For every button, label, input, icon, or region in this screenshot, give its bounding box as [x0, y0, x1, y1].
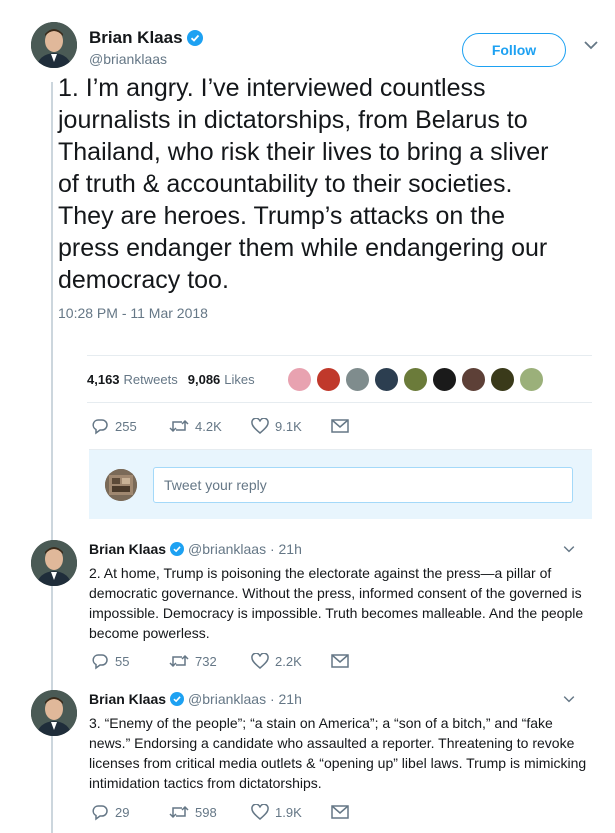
chevron-down-icon[interactable]	[563, 692, 575, 706]
direct-message-action[interactable]	[331, 805, 349, 819]
liker-avatar[interactable]	[373, 366, 399, 392]
author-name[interactable]: Brian Klaas	[89, 691, 166, 707]
reply-icon	[92, 654, 108, 670]
verified-badge-icon	[170, 542, 185, 556]
verified-badge-icon	[170, 692, 185, 706]
avatar[interactable]	[31, 690, 77, 736]
reply-action[interactable]: 255	[91, 417, 169, 435]
author-name[interactable]: Brian Klaas	[89, 541, 166, 557]
verified-badge-icon	[186, 30, 203, 46]
retweet-count: 732	[195, 653, 217, 669]
liker-avatar[interactable]	[315, 366, 341, 392]
reply-action[interactable]: 55	[91, 652, 169, 670]
retweet-action[interactable]: 598	[169, 804, 251, 820]
envelope-icon	[331, 654, 349, 668]
retweet-action[interactable]: 732	[169, 653, 251, 669]
engagement-stats: 4,163 Retweets 9,086 Likes	[87, 355, 592, 403]
liker-avatar[interactable]	[518, 366, 544, 392]
direct-message-action[interactable]	[331, 419, 349, 433]
liker-avatar[interactable]	[489, 366, 515, 392]
liker-avatar[interactable]	[402, 366, 428, 392]
avatar	[105, 468, 137, 501]
thread-tweet[interactable]: Brian Klaas @brianklaas · 21h 2. At home…	[31, 540, 601, 670]
like-count: 1.9K	[275, 804, 302, 820]
reply-count: 255	[115, 418, 137, 434]
like-action[interactable]: 9.1K	[251, 418, 331, 434]
reply-action[interactable]: 29	[91, 803, 169, 821]
chevron-down-icon[interactable]	[563, 542, 575, 556]
envelope-icon	[331, 419, 349, 433]
liker-avatar[interactable]	[431, 366, 457, 392]
tweet-text: 3. “Enemy of the people”; “a stain on Am…	[89, 715, 587, 791]
tweet-actions: 255 4.2K 9.1K	[91, 417, 349, 435]
tweet-actions: 55 732 2.2K	[91, 652, 349, 670]
reply-icon	[92, 805, 108, 821]
heart-icon	[251, 804, 269, 820]
liker-avatar[interactable]	[344, 366, 370, 392]
heart-icon	[251, 418, 269, 434]
likes-label[interactable]: Likes	[224, 372, 254, 387]
like-action[interactable]: 1.9K	[251, 804, 331, 820]
avatar[interactable]	[31, 22, 77, 68]
envelope-icon	[331, 805, 349, 819]
thread-tweet[interactable]: Brian Klaas @brianklaas · 21h 3. “Enemy …	[31, 690, 601, 821]
retweet-icon	[169, 654, 189, 668]
tweet-actions: 29 598 1.9K	[91, 803, 349, 821]
direct-message-action[interactable]	[331, 654, 349, 668]
retweet-icon	[169, 419, 189, 433]
follow-button[interactable]: Follow	[462, 33, 566, 67]
like-count: 2.2K	[275, 653, 302, 669]
retweet-icon	[169, 805, 189, 819]
reply-composer: Tweet your reply	[89, 449, 592, 519]
retweets-count[interactable]: 4,163	[87, 372, 120, 387]
author-handle-time[interactable]: @brianklaas · 21h	[188, 691, 302, 707]
likes-count[interactable]: 9,086	[188, 372, 221, 387]
like-count: 9.1K	[275, 418, 302, 434]
author-handle-time[interactable]: @brianklaas · 21h	[188, 541, 302, 557]
reply-input[interactable]: Tweet your reply	[153, 466, 573, 503]
retweets-label[interactable]: Retweets	[124, 372, 178, 387]
liker-avatars	[286, 366, 548, 392]
retweet-action[interactable]: 4.2K	[169, 418, 251, 434]
avatar[interactable]	[31, 540, 77, 586]
tweet-timestamp[interactable]: 10:28 PM - 11 Mar 2018	[58, 305, 208, 321]
tweet-text: 1. I’m angry. I’ve interviewed countless…	[58, 74, 549, 294]
heart-icon	[251, 653, 269, 669]
like-action[interactable]: 2.2K	[251, 653, 331, 669]
reply-icon	[92, 419, 108, 435]
reply-count: 55	[115, 653, 130, 669]
author-name[interactable]: Brian Klaas	[89, 28, 183, 48]
retweet-count: 4.2K	[195, 418, 222, 434]
chevron-down-icon[interactable]	[581, 37, 601, 53]
liker-avatar[interactable]	[460, 366, 486, 392]
tweet-text: 2. At home, Trump is poisoning the elect…	[89, 565, 584, 641]
author-handle[interactable]: @brianklaas	[89, 51, 203, 67]
liker-avatar[interactable]	[286, 366, 312, 392]
retweet-count: 598	[195, 804, 217, 820]
reply-count: 29	[115, 804, 130, 820]
